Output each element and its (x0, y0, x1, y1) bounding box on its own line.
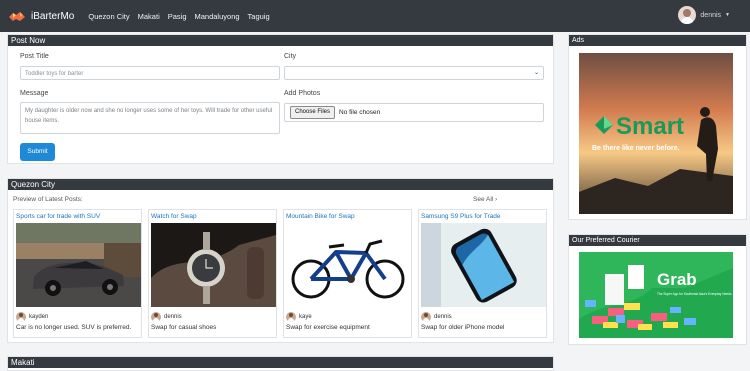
author-avatar (151, 312, 161, 322)
author-avatar (421, 312, 431, 322)
smart-tagline: Be there like never before. (592, 145, 680, 152)
message-textarea[interactable]: My daughter is older now and she no long… (20, 102, 280, 134)
post-title-label: Post Title (20, 53, 49, 60)
file-status: No file chosen (339, 109, 381, 116)
nav-link-mandaluyong[interactable]: Mandaluyong (195, 12, 240, 21)
post-card-watch[interactable]: Watch for Swap dennis Swap for casual sh… (148, 209, 277, 338)
watch-image (151, 223, 276, 307)
add-photos-label: Add Photos (284, 90, 321, 97)
makati-header: Makati (8, 357, 553, 368)
brand[interactable]: iBarterMo (8, 11, 74, 22)
post-card-sports-car[interactable]: Sports car for trade with SUV kayden Car… (13, 209, 142, 338)
grab-tagline: The Super App for Southeast Asia's Every… (657, 292, 732, 296)
post-now-header: Post Now (8, 35, 553, 46)
author-name: dennis (164, 314, 182, 320)
grab-brand: Grab (657, 270, 697, 289)
city-label: City (284, 53, 297, 60)
post-title-input[interactable]: Toddler toys for barter (20, 66, 280, 80)
post-author: kaye (286, 312, 312, 322)
user-avatar (678, 6, 697, 24)
chevron-down-icon: ⌄ (533, 70, 539, 76)
nav-link-pasig[interactable]: Pasig (168, 12, 187, 21)
post-card-samsung-phone[interactable]: Samsung S9 Plus for Trade dennis Swap fo… (418, 209, 547, 338)
courier-panel: Our Preferred Courier Grab The Super App… (568, 234, 747, 345)
post-author: dennis (151, 312, 182, 322)
nav-link-makati[interactable]: Makati (138, 12, 160, 21)
card-title[interactable]: Watch for Swap (151, 213, 197, 220)
submit-button[interactable]: Submit (20, 143, 55, 161)
top-navbar: iBarterMo Quezon City Makati Pasig Manda… (0, 0, 750, 32)
author-name: kayden (29, 314, 49, 320)
author-avatar (286, 312, 296, 322)
smart-ad-banner[interactable]: Smart Be there like never before. (579, 53, 733, 214)
makati-section: Makati (7, 356, 554, 371)
ads-header: Ads (569, 35, 746, 46)
card-title[interactable]: Sports car for trade with SUV (16, 213, 100, 220)
city-select[interactable]: ⌄ (284, 66, 544, 80)
author-name: dennis (434, 314, 452, 320)
quezon-city-header: Quezon City (8, 179, 553, 190)
courier-header: Our Preferred Courier (569, 235, 746, 246)
author-avatar (16, 312, 26, 322)
post-card-mountain-bike[interactable]: Mountain Bike for Swap kaye Swap for exe… (283, 209, 412, 338)
samsung-phone-image (421, 223, 546, 307)
post-form-panel: Post Now Post Title Toddler toys for bar… (7, 34, 554, 164)
brand-name: iBarterMo (31, 10, 75, 22)
latest-posts-label: Preview of Latest Posts: (13, 196, 83, 203)
user-menu[interactable]: dennis ▼ (678, 6, 730, 24)
choose-files-button[interactable]: Choose Files (290, 106, 336, 119)
card-description: Swap for casual shoes (151, 324, 217, 331)
card-title[interactable]: Samsung S9 Plus for Trade (421, 213, 501, 220)
sports-car-image (16, 223, 141, 307)
grab-ad-banner[interactable]: Grab The Super App for Southeast Asia's … (579, 252, 733, 338)
see-all-link[interactable]: See All › (473, 196, 497, 203)
card-description: Swap for older iPhone model (421, 324, 505, 331)
post-author: dennis (421, 312, 452, 322)
user-name: dennis (700, 11, 722, 19)
chevron-down-icon: ▼ (725, 12, 730, 18)
brand-logo-icon (9, 11, 25, 21)
post-author: kayden (16, 312, 48, 322)
message-label: Message (20, 90, 49, 97)
card-description: Car is no longer used. SUV is preferred. (16, 324, 132, 331)
card-description: Swap for exercise equipment (286, 324, 370, 331)
ads-panel: Ads Smart Be there like never before. (568, 34, 747, 220)
add-photos-input[interactable]: Choose Files No file chosen (284, 103, 544, 122)
card-title[interactable]: Mountain Bike for Swap (286, 213, 355, 220)
mountain-bike-image (286, 223, 411, 307)
nav-link-taguig[interactable]: Taguig (248, 12, 270, 21)
nav-link-quezon-city[interactable]: Quezon City (88, 12, 129, 21)
author-name: kaye (299, 314, 312, 320)
smart-brand: Smart (616, 113, 684, 140)
